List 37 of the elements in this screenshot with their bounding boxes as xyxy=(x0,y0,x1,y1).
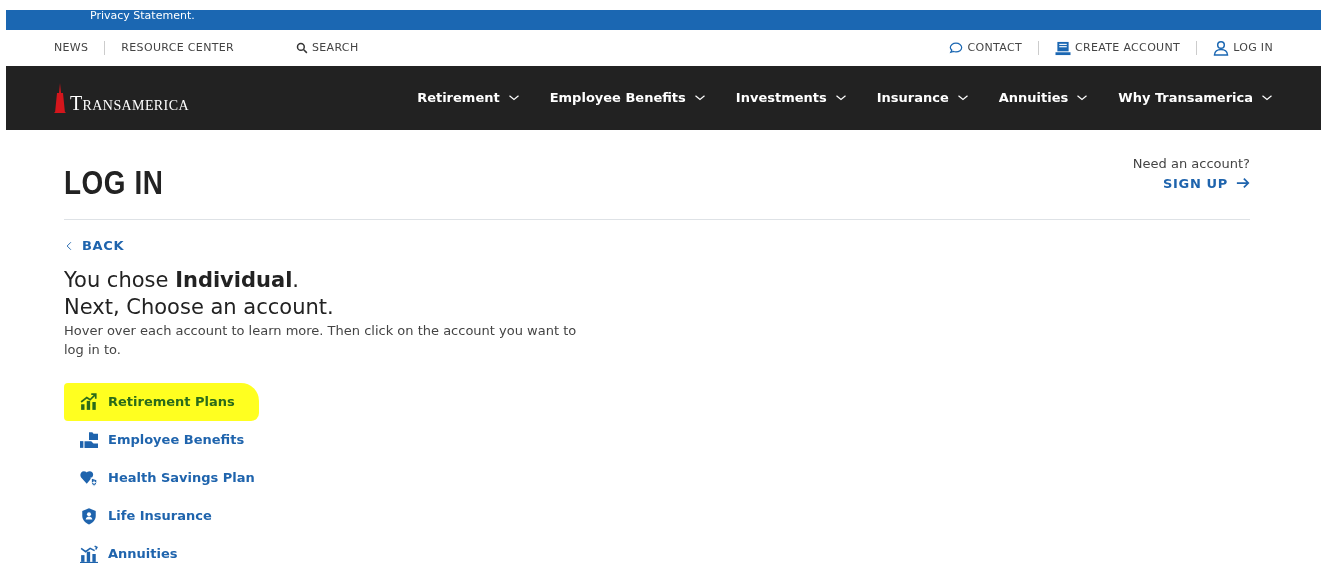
bar-chart-icon xyxy=(80,544,98,563)
account-link[interactable]: Health Savings Plan xyxy=(64,458,255,497)
account-link[interactable]: Employee Benefits xyxy=(64,420,245,459)
heart-shield-icon xyxy=(80,468,98,487)
chat-icon xyxy=(947,41,964,55)
nav-link[interactable]: NEWS xyxy=(54,39,89,57)
page-title: LOG IN xyxy=(64,162,164,203)
menu-item[interactable]: Employee Benefits xyxy=(549,88,706,108)
account-link[interactable]: Annuities xyxy=(64,534,178,569)
banner-text: Privacy Statement. xyxy=(90,10,195,22)
nav-link[interactable]: LOG IN xyxy=(1213,39,1273,57)
nav-link[interactable]: RESOURCE CENTER xyxy=(121,39,234,57)
menu-item[interactable]: Annuities xyxy=(998,88,1089,108)
nav-link[interactable]: CONTACT xyxy=(947,39,1023,57)
logo[interactable]: Transamerica xyxy=(54,83,189,113)
account-link[interactable]: Life Insurance xyxy=(64,496,212,535)
menu-item[interactable]: Investments xyxy=(735,88,847,108)
chevron-left-icon xyxy=(64,239,74,252)
instructions-text: Hover over each account to learn more. Then click on the account you want to log in to. xyxy=(64,321,578,359)
heading: You chose Individual. xyxy=(64,266,301,294)
menu-item[interactable]: Why Transamerica xyxy=(1118,88,1273,108)
hand-folder-icon xyxy=(80,430,98,449)
computer-icon xyxy=(1055,40,1072,56)
growth-chart-icon xyxy=(80,392,98,411)
account-link[interactable]: Retirement Plans xyxy=(64,382,259,421)
signup-prompt: Need an account? xyxy=(1132,155,1250,173)
menu-item[interactable]: Insurance xyxy=(876,88,969,108)
nav-link[interactable]: CREATE ACCOUNT xyxy=(1055,39,1181,57)
menu-item[interactable]: Retirement xyxy=(417,88,520,108)
shield-person-icon xyxy=(80,506,98,525)
search-link[interactable]: SEARCH xyxy=(296,39,359,57)
arrow-right-icon xyxy=(1236,176,1250,191)
user-icon xyxy=(1213,40,1230,56)
search-icon xyxy=(296,42,308,54)
signup-link[interactable]: SIGN UP xyxy=(1163,173,1250,193)
heading: Next, Choose an account. xyxy=(64,293,335,321)
back-link[interactable]: BACK xyxy=(64,235,125,256)
